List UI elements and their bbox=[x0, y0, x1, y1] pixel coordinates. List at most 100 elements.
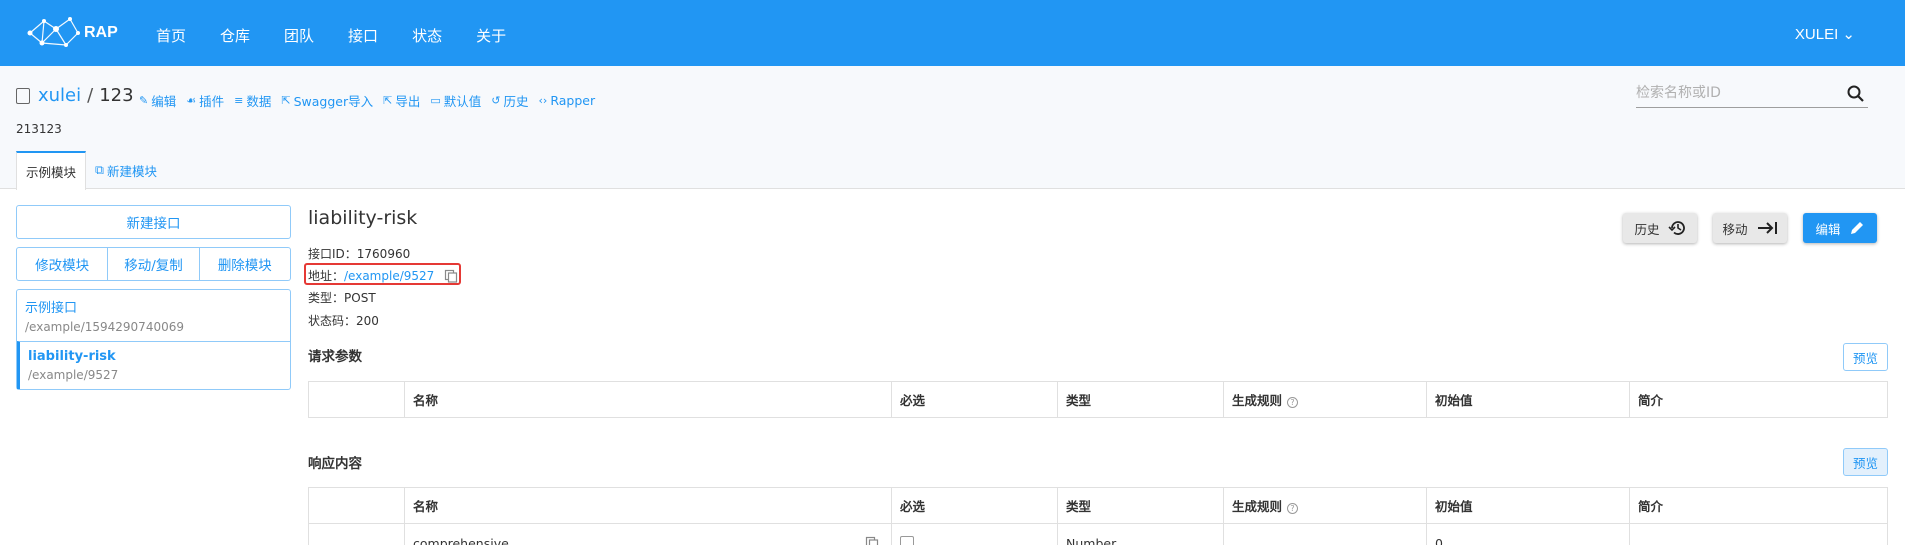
interface-list: 示例接口 /example/1594290740069 liability-ri… bbox=[16, 289, 291, 390]
field-name[interactable]: comprehensive bbox=[413, 536, 509, 545]
interface-name: 示例接口 bbox=[25, 301, 78, 316]
repository-description: 213123 bbox=[16, 122, 62, 136]
nav-home[interactable]: 首页 bbox=[156, 25, 186, 46]
help-icon[interactable]: ? bbox=[1287, 397, 1299, 408]
column-header-required: 必选 bbox=[891, 487, 1058, 524]
row-rule-cell[interactable] bbox=[1223, 523, 1427, 545]
repo-data-action[interactable]: ≡ 数据 bbox=[234, 91, 271, 110]
column-header-required: 必选 bbox=[891, 381, 1058, 418]
nav-interface[interactable]: 接口 bbox=[348, 25, 378, 46]
action-label: 插件 bbox=[199, 94, 225, 109]
row-name-cell: comprehensive bbox=[404, 523, 892, 545]
copy-icon[interactable] bbox=[444, 269, 458, 283]
interface-list-item[interactable]: 示例接口 /example/1594290740069 bbox=[17, 290, 290, 341]
row-required-cell bbox=[891, 523, 1058, 545]
repo-edit-action[interactable]: ✎ 编辑 bbox=[139, 91, 176, 110]
interface-list-item-active[interactable]: liability-risk /example/9527 bbox=[17, 341, 290, 389]
history-icon bbox=[1667, 221, 1685, 235]
user-menu[interactable]: XULEI ⌄ bbox=[1795, 25, 1855, 43]
repo-history-action[interactable]: ↺ 历史 bbox=[491, 91, 528, 110]
tab-example-module[interactable]: 示例模块 bbox=[16, 151, 87, 190]
response-preview-button[interactable]: 预览 bbox=[1843, 448, 1888, 476]
main-nav: 首页 仓库 团队 接口 状态 关于 bbox=[156, 25, 540, 46]
edit-module-button[interactable]: 修改模块 bbox=[16, 247, 109, 281]
search-input[interactable] bbox=[1636, 80, 1836, 106]
delete-module-button[interactable]: 删除模块 bbox=[199, 247, 291, 281]
new-interface-button[interactable]: 新建接口 bbox=[16, 205, 291, 239]
nav-about[interactable]: 关于 bbox=[476, 25, 506, 46]
breadcrumb-separator: / bbox=[87, 85, 94, 106]
interface-status-label: 状态码： bbox=[308, 314, 357, 328]
column-header-description: 简介 bbox=[1629, 381, 1888, 418]
response-table: 名称 必选 类型 生成规则? 初始值 简介 comprehensive Numb… bbox=[308, 487, 1888, 545]
history-button[interactable]: 历史 bbox=[1623, 213, 1697, 243]
cube-icon: ⧉ bbox=[95, 162, 104, 177]
default-value-icon: ▭ bbox=[430, 94, 441, 107]
module-button-group: 修改模块 移动/复制 删除模块 bbox=[16, 247, 291, 281]
request-params-title: 请求参数 bbox=[308, 349, 362, 365]
row-description-cell[interactable] bbox=[1629, 523, 1888, 545]
column-header-initial: 初始值 bbox=[1426, 381, 1630, 418]
edit-button-label: 编辑 bbox=[1815, 221, 1841, 237]
history-button-label: 历史 bbox=[1634, 221, 1660, 237]
table-row: comprehensive Number 0 bbox=[308, 523, 1888, 545]
plugin-icon: ☙ bbox=[186, 94, 197, 107]
repo-name: 123 bbox=[99, 85, 134, 106]
interface-address-link[interactable]: /example/9527 bbox=[344, 269, 434, 283]
interface-sidebar: 新建接口 修改模块 移动/复制 删除模块 示例接口 /example/15942… bbox=[16, 205, 291, 390]
row-type-cell[interactable]: Number bbox=[1057, 523, 1224, 545]
help-icon[interactable]: ? bbox=[1287, 503, 1299, 514]
repo-default-value-action[interactable]: ▭ 默认值 bbox=[430, 91, 481, 110]
action-label: 数据 bbox=[246, 94, 272, 109]
interface-path: /example/9527 bbox=[28, 368, 119, 382]
repo-rapper-action[interactable]: ‹› Rapper bbox=[539, 93, 596, 108]
interface-type-label: 类型： bbox=[308, 291, 345, 305]
column-header-blank bbox=[308, 487, 405, 524]
column-header-name: 名称 bbox=[404, 381, 892, 418]
interface-address-row: 地址：/example/9527 bbox=[308, 267, 458, 284]
request-params-table: 名称 必选 类型 生成规则? 初始值 简介 bbox=[308, 381, 1888, 418]
repository-actions: ✎ 编辑 ☙ 插件 ≡ 数据 ⇱ Swagger导入 ⇱ 导出 ▭ 默认值 ↺ 历史 ‹› Ra… bbox=[139, 91, 605, 110]
external-link-icon: ⇱ bbox=[281, 94, 291, 107]
interface-status-value: 200 bbox=[356, 314, 379, 328]
interface-id-row: 接口ID：1760960 bbox=[308, 245, 410, 262]
column-header-name: 名称 bbox=[404, 487, 892, 524]
table-header-row: 名称 必选 类型 生成规则? 初始值 简介 bbox=[308, 381, 1888, 418]
column-header-type: 类型 bbox=[1057, 381, 1224, 418]
required-checkbox[interactable] bbox=[900, 536, 914, 545]
move-button[interactable]: 移动 bbox=[1713, 213, 1787, 243]
nav-status[interactable]: 状态 bbox=[412, 25, 442, 46]
code-icon: ‹› bbox=[538, 94, 548, 107]
move-copy-module-button[interactable]: 移动/复制 bbox=[108, 247, 200, 281]
action-label: Rapper bbox=[550, 93, 596, 108]
nav-repository[interactable]: 仓库 bbox=[220, 25, 250, 46]
interface-type-row: 类型：POST bbox=[308, 289, 376, 306]
nav-team[interactable]: 团队 bbox=[284, 25, 314, 46]
pencil-icon: ✎ bbox=[139, 94, 149, 107]
copy-icon[interactable] bbox=[865, 536, 879, 545]
action-label: 历史 bbox=[503, 94, 529, 109]
repo-swagger-import-action[interactable]: ⇱ Swagger导入 bbox=[281, 91, 373, 110]
repo-export-action[interactable]: ⇱ 导出 bbox=[383, 91, 420, 110]
search-icon[interactable] bbox=[1846, 84, 1866, 104]
repo-owner-link[interactable]: xulei bbox=[38, 85, 81, 106]
request-preview-button[interactable]: 预览 bbox=[1843, 343, 1888, 371]
column-header-blank bbox=[308, 381, 405, 418]
breadcrumb: xulei / 123 bbox=[16, 85, 134, 106]
top-navbar: RAP 首页 仓库 团队 接口 状态 关于 XULEI ⌄ bbox=[0, 0, 1905, 66]
row-initial-cell[interactable]: 0 bbox=[1426, 523, 1630, 545]
repo-plugin-action[interactable]: ☙ 插件 bbox=[186, 91, 224, 110]
column-header-type: 类型 bbox=[1057, 487, 1224, 524]
interface-status-row: 状态码：200 bbox=[308, 312, 379, 329]
edit-interface-button[interactable]: 编辑 bbox=[1803, 213, 1877, 243]
row-blank-cell bbox=[308, 523, 405, 545]
interface-path: /example/1594290740069 bbox=[25, 320, 184, 334]
repository-header: xulei / 123 ✎ 编辑 ☙ 插件 ≡ 数据 ⇱ Swagger导入 ⇱ 导出 ▭… bbox=[0, 66, 1905, 190]
response-title: 响应内容 bbox=[308, 456, 362, 472]
interface-name: liability-risk bbox=[28, 349, 116, 364]
tab-new-module[interactable]: ⧉ 新建模块 bbox=[86, 151, 166, 189]
move-button-label: 移动 bbox=[1722, 221, 1748, 237]
module-tabs: 示例模块 ⧉ 新建模块 bbox=[16, 151, 166, 190]
brand-name[interactable]: RAP bbox=[84, 24, 118, 42]
action-label: 编辑 bbox=[151, 94, 177, 109]
